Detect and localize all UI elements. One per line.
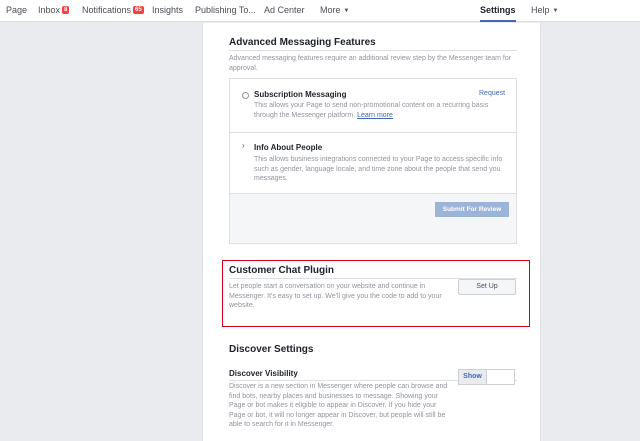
nav-help[interactable]: Help ▼ <box>531 0 558 22</box>
advanced-messaging-description: Advanced messaging features require an a… <box>229 55 512 72</box>
discover-visibility-description: Discover is a new section in Messenger w… <box>229 383 448 428</box>
divider <box>229 50 517 51</box>
show-toggle-option[interactable]: Show <box>459 370 487 384</box>
nav-page-label: Page <box>6 5 28 15</box>
discover-settings-title: Discover Settings <box>229 344 314 355</box>
chevron-down-icon: ▼ <box>552 8 559 14</box>
nav-page[interactable]: Page <box>6 0 27 22</box>
nav-notifications[interactable]: Notifications 65 <box>82 0 144 22</box>
nav-insights[interactable]: Insights <box>152 0 183 22</box>
nav-inbox[interactable]: Inbox 8 <box>38 0 70 22</box>
divider <box>230 132 516 133</box>
info-about-people-title[interactable]: Info About People <box>254 143 322 152</box>
nav-publishing[interactable]: Publishing To... <box>195 0 256 22</box>
subscription-messaging-title: Subscription Messaging <box>254 90 347 99</box>
subscription-desc-line2: through the Messenger platform. <box>254 111 356 119</box>
nav-help-label: Help <box>531 5 550 15</box>
chat-plugin-highlight <box>222 260 530 327</box>
discover-visibility-toggle[interactable]: Show <box>458 369 515 385</box>
messaging-box-footer: Submit For Review <box>230 193 516 243</box>
nav-ad-center[interactable]: Ad Center <box>264 0 305 22</box>
settings-panel: Advanced Messaging Features Advanced mes… <box>202 23 541 441</box>
nav-more-label: More <box>320 5 341 15</box>
nav-insights-label: Insights <box>152 5 184 15</box>
discover-visibility-title: Discover Visibility <box>229 369 298 378</box>
chevron-down-icon: ▼ <box>343 8 350 14</box>
request-link[interactable]: Request <box>479 90 505 97</box>
nav-more[interactable]: More ▼ <box>320 0 349 22</box>
subscription-desc-line1: This allows your Page to send non-promot… <box>254 102 489 109</box>
nav-settings-label: Settings <box>480 5 516 15</box>
nav-settings[interactable]: Settings <box>480 0 516 22</box>
nav-inbox-label: Inbox <box>38 5 61 15</box>
advanced-messaging-title: Advanced Messaging Features <box>229 37 376 48</box>
top-nav: Page Inbox 8 Notifications 65 Insights Pub… <box>0 0 640 22</box>
messaging-features-box: Subscription Messaging Request This allo… <box>229 78 517 244</box>
subscription-radio[interactable] <box>242 92 249 99</box>
submit-for-review-button[interactable]: Submit For Review <box>435 202 509 217</box>
notifications-badge: 65 <box>133 6 144 14</box>
subscription-description: This allows your Page to send non-promot… <box>254 101 509 120</box>
nav-ad-center-label: Ad Center <box>264 5 305 15</box>
learn-more-link[interactable]: Learn more <box>357 112 393 119</box>
inbox-badge: 8 <box>62 6 70 14</box>
nav-publishing-label: Publishing To... <box>195 5 256 15</box>
info-about-people-description: This allows business integrations connec… <box>254 156 503 182</box>
nav-notifications-label: Notifications <box>82 5 132 15</box>
chevron-right-icon[interactable]: › <box>242 141 245 150</box>
